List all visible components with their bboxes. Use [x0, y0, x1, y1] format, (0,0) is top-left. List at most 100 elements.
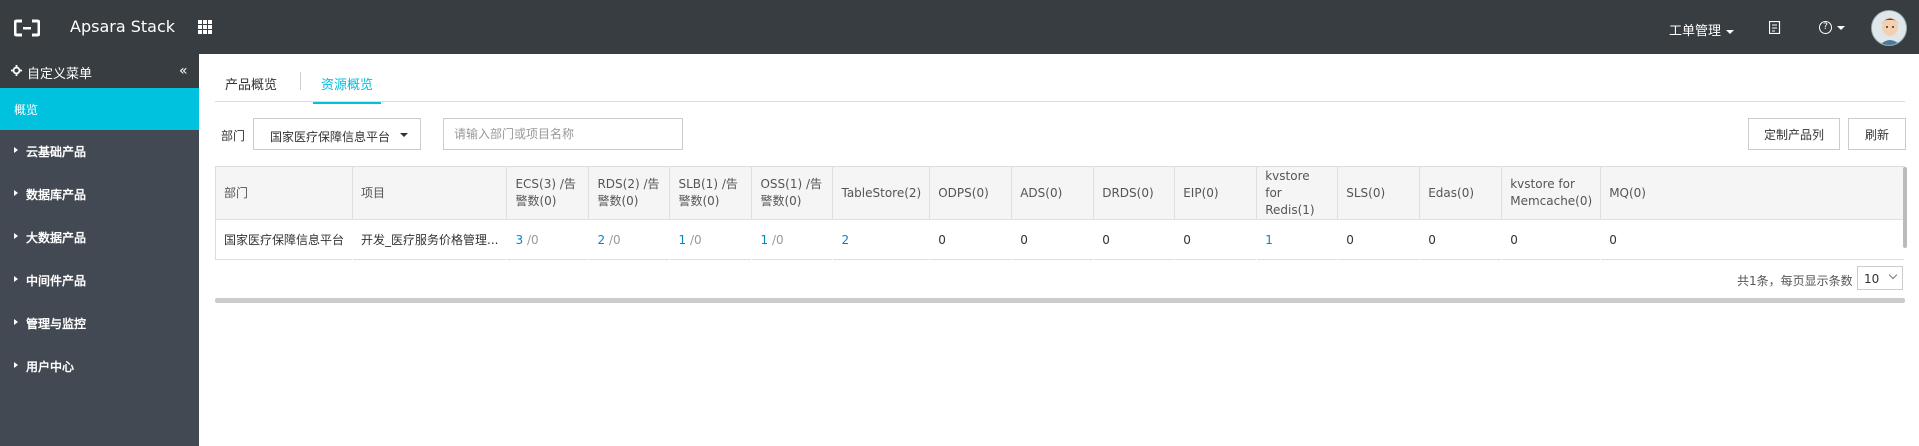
resource-table: 部门 项目 ECS(3) /告警数(0) RDS(2) /告警数(0) SLB(…	[215, 166, 1905, 260]
column-header: SLS(0)	[1337, 166, 1421, 220]
table-header-row: 部门 项目 ECS(3) /告警数(0) RDS(2) /告警数(0) SLB(…	[215, 166, 1905, 220]
sidebar-item-big-data[interactable]: 大数据产品	[0, 216, 199, 259]
column-header: 项目	[352, 166, 508, 220]
column-header: Edas(0)	[1419, 166, 1503, 220]
cell-eip: 0	[1174, 219, 1258, 260]
column-header: DRDS(0)	[1093, 166, 1176, 220]
dept-select[interactable]: 国家医疗保障信息平台	[253, 118, 421, 150]
dept-label: 部门	[221, 129, 246, 143]
custom-menu-header[interactable]: 自定义菜单 «	[0, 54, 199, 88]
horizontal-scrollbar[interactable]	[215, 298, 1905, 303]
column-header: MQ(0)	[1600, 166, 1905, 220]
cell-project: 开发_医疗服务价格管理...	[352, 219, 508, 260]
sidebar-item-database[interactable]: 数据库产品	[0, 173, 199, 216]
column-header: TableStore(2)	[832, 166, 931, 220]
column-header: SLB(1) /告警数(0)	[669, 166, 753, 220]
cell-oss: 1 /0	[751, 219, 834, 260]
sidebar-item-label: 概览	[14, 103, 39, 117]
cell-memcache: 0	[1501, 219, 1602, 260]
column-header: ADS(0)	[1011, 166, 1095, 220]
caret-down-icon	[1837, 25, 1845, 30]
help-menu[interactable]: ?	[1819, 20, 1845, 34]
chevron-down-icon	[1888, 270, 1898, 280]
sidebar-item-label: 管理与监控	[26, 317, 87, 331]
tab-divider	[300, 72, 301, 90]
column-header: 部门	[215, 166, 354, 220]
pager-summary: 共1条，每页显示条数	[1737, 274, 1853, 288]
cell-redis: 1	[1256, 219, 1339, 260]
rds-count-link[interactable]: 2	[597, 233, 605, 247]
sidebar: 自定义菜单 « 概览 云基础产品 数据库产品 大数据产品 中间件产品 管理与监控…	[0, 54, 199, 446]
search-input[interactable]	[443, 118, 683, 150]
column-header: OSS(1) /告警数(0)	[751, 166, 834, 220]
sidebar-item-user-center[interactable]: 用户中心	[0, 345, 199, 388]
main-content: 产品概览 资源概览 部门 国家医疗保障信息平台 定制产品列 刷新 部门 项目 E…	[199, 54, 1919, 446]
tab-bar: 产品概览 资源概览	[215, 54, 1905, 104]
top-bar: Apsara Stack 工单管理 ?	[0, 0, 1919, 54]
page-size-select[interactable]: 10	[1857, 266, 1903, 290]
tab-product-overview[interactable]: 产品概览	[225, 74, 277, 102]
page-size-value: 10	[1864, 272, 1880, 286]
caret-right-icon	[14, 233, 18, 239]
tablestore-count-link[interactable]: 2	[841, 233, 849, 247]
refresh-button[interactable]: 刷新	[1848, 118, 1906, 150]
oss-alarm-count: /0	[771, 232, 784, 247]
cell-ads: 0	[1011, 219, 1095, 260]
column-header: RDS(2) /告警数(0)	[588, 166, 671, 220]
cell-dept: 国家医疗保障信息平台	[215, 219, 354, 260]
sidebar-item-label: 数据库产品	[26, 188, 87, 202]
caret-down-icon	[1726, 29, 1735, 34]
cell-tablestore: 2	[832, 219, 931, 260]
ticket-menu-label: 工单管理	[1669, 24, 1722, 39]
apsara-logo-icon[interactable]	[14, 19, 40, 37]
sidebar-item-label: 大数据产品	[26, 231, 87, 245]
cell-edas: 0	[1419, 219, 1503, 260]
column-header: kvstore for Memcache(0)	[1501, 166, 1602, 220]
user-avatar[interactable]	[1871, 10, 1907, 46]
avatar-icon	[1872, 11, 1906, 45]
caret-down-icon	[400, 133, 408, 137]
caret-right-icon	[14, 190, 18, 196]
help-icon: ?	[1819, 21, 1832, 34]
sidebar-item-label: 中间件产品	[26, 274, 87, 288]
table-row: 国家医疗保障信息平台 开发_医疗服务价格管理... 3 /0 2 /0 1 /0…	[215, 219, 1905, 260]
custom-menu-label: 自定义菜单	[27, 67, 93, 82]
sidebar-item-management[interactable]: 管理与监控	[0, 302, 199, 345]
caret-right-icon	[14, 362, 18, 368]
column-header: kvstore for Redis(1)	[1256, 166, 1339, 220]
column-header: EIP(0)	[1174, 166, 1258, 220]
caret-right-icon	[14, 319, 18, 325]
tab-resource-overview[interactable]: 资源概览	[313, 74, 382, 104]
cell-mq: 0	[1600, 219, 1905, 260]
sidebar-item-label: 用户中心	[26, 360, 75, 374]
dept-select-value: 国家医疗保障信息平台	[270, 130, 391, 144]
customize-columns-button[interactable]: 定制产品列	[1748, 118, 1840, 150]
ecs-alarm-count: /0	[526, 232, 539, 247]
slb-alarm-count: /0	[689, 232, 702, 247]
app-title[interactable]: Apsara Stack	[70, 17, 175, 36]
cell-odps: 0	[929, 219, 1013, 260]
oss-count-link[interactable]: 1	[760, 233, 768, 247]
ticket-menu[interactable]: 工单管理	[1669, 20, 1735, 39]
slb-count-link[interactable]: 1	[678, 233, 686, 247]
caret-right-icon	[14, 147, 18, 153]
redis-count-link[interactable]: 1	[1265, 233, 1273, 247]
rds-alarm-count: /0	[608, 232, 621, 247]
cell-ecs: 3 /0	[506, 219, 590, 260]
gear-icon	[11, 65, 22, 76]
ecs-count-link[interactable]: 3	[515, 233, 523, 247]
document-icon[interactable]	[1769, 21, 1781, 34]
cell-rds: 2 /0	[588, 219, 671, 260]
sidebar-item-overview[interactable]: 概览	[0, 88, 199, 130]
cell-sls: 0	[1337, 219, 1421, 260]
collapse-sidebar-icon[interactable]: «	[179, 63, 188, 79]
sidebar-item-cloud-basic[interactable]: 云基础产品	[0, 130, 199, 173]
cell-drds: 0	[1093, 219, 1176, 260]
sidebar-item-middleware[interactable]: 中间件产品	[0, 259, 199, 302]
vertical-scrollbar[interactable]	[1903, 167, 1907, 248]
cell-slb: 1 /0	[669, 219, 753, 260]
caret-right-icon	[14, 276, 18, 282]
column-header: ODPS(0)	[929, 166, 1013, 220]
column-header: ECS(3) /告警数(0)	[506, 166, 590, 220]
apps-grid-icon[interactable]	[198, 20, 212, 34]
